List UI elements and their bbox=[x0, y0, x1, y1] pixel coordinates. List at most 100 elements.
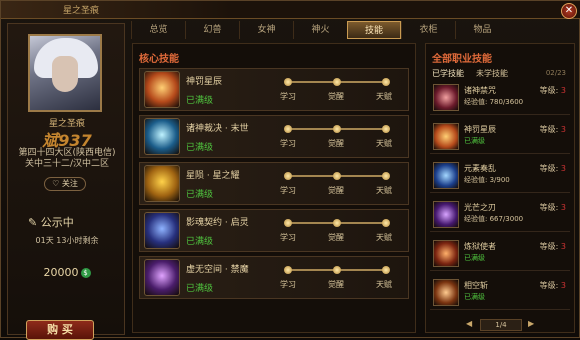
skill-level: 等级: 3 bbox=[540, 85, 566, 96]
core-skill-row[interactable]: 神罚星辰 已满级 学习 觉醒 天赋 bbox=[139, 68, 409, 111]
level-label: 等级: bbox=[539, 125, 559, 134]
window-title: 星之圣痕 bbox=[63, 6, 100, 16]
skill-icon bbox=[433, 201, 459, 228]
core-skill-row[interactable]: 影魂契约 · 启灵 已满级 学习 觉醒 天赋 bbox=[139, 209, 409, 252]
level-label: 等级: bbox=[539, 242, 559, 251]
awaken-dot bbox=[333, 219, 341, 227]
level-label: 等级: bbox=[539, 281, 559, 290]
talent-label: 天赋 bbox=[376, 233, 392, 242]
tab-0[interactable]: 总览 bbox=[131, 21, 185, 39]
tab-1[interactable]: 幻兽 bbox=[185, 21, 239, 39]
skill-list-item[interactable]: 神罚星辰 已满级 等级: 3 bbox=[430, 121, 570, 154]
talent-dot bbox=[382, 125, 390, 133]
talent-label: 天赋 bbox=[376, 186, 392, 195]
level-value: 3 bbox=[560, 281, 566, 290]
price-value: 20000 bbox=[43, 266, 79, 279]
skill-icon bbox=[144, 71, 180, 108]
skill-list-item[interactable]: 元素奏乱 经验值: 3/900 等级: 3 bbox=[430, 160, 570, 193]
level-value: 3 bbox=[560, 86, 566, 95]
awaken-label: 觉醒 bbox=[328, 280, 344, 289]
skill-icon bbox=[433, 162, 459, 189]
learn-dot bbox=[284, 125, 292, 133]
price: 20000 $ bbox=[8, 266, 126, 279]
all-skills-title: 全部职业技能 bbox=[432, 54, 492, 65]
next-page-button[interactable]: ▶ bbox=[528, 319, 534, 328]
skill-icon bbox=[433, 279, 459, 306]
skill-icon bbox=[433, 123, 459, 150]
skill-list-item[interactable]: 光芒之刃 经验值: 667/3000 等级: 3 bbox=[430, 199, 570, 232]
tab-6[interactable]: 物品 bbox=[455, 21, 509, 39]
progress-track bbox=[284, 125, 390, 133]
awaken-dot bbox=[333, 172, 341, 180]
skill-list-item[interactable]: 诸神禁咒 经验值: 780/3600 等级: 3 bbox=[430, 82, 570, 115]
level-value: 3 bbox=[560, 242, 566, 251]
skill-level: 等级: 3 bbox=[540, 124, 566, 135]
skill-name: 相空斩 bbox=[464, 281, 488, 290]
pager: ◀ 1/4 ▶ bbox=[466, 319, 536, 331]
tab-learned[interactable]: 已学技能 bbox=[432, 68, 464, 79]
title-bar: 星之圣痕 ✕ bbox=[1, 1, 580, 19]
skill-name: 神罚星辰 bbox=[186, 77, 223, 87]
core-skill-row[interactable]: 虚无空间 · 禁魔 已满级 学习 觉醒 天赋 bbox=[139, 256, 409, 299]
learn-label: 学习 bbox=[280, 92, 296, 101]
talent-label: 天赋 bbox=[376, 280, 392, 289]
coin-icon: $ bbox=[80, 268, 91, 278]
skill-status: 已满级 bbox=[186, 190, 214, 200]
core-skills-panel: 核心技能 神罚星辰 已满级 学习 觉醒 天赋 诸神裁决 · 末世 已满级 学习 … bbox=[132, 43, 416, 333]
status-label: ✎ 公示中 bbox=[28, 214, 74, 230]
learn-label: 学习 bbox=[280, 233, 296, 242]
talent-dot bbox=[382, 219, 390, 227]
talent-dot bbox=[382, 78, 390, 86]
skill-icon bbox=[144, 259, 180, 296]
level-label: 等级: bbox=[539, 164, 559, 173]
awaken-label: 觉醒 bbox=[328, 139, 344, 148]
server-info: 第四十四大区(陕西电信) 关中三十二/汉中二区 bbox=[8, 148, 126, 170]
skill-level: 等级: 3 bbox=[540, 241, 566, 252]
skill-name: 神罚星辰 bbox=[464, 125, 496, 134]
buy-button[interactable]: 购 买 bbox=[26, 320, 94, 340]
page-indicator: 1/4 bbox=[480, 319, 522, 331]
tab-4[interactable]: 技能 bbox=[347, 21, 401, 39]
tab-5[interactable]: 衣柜 bbox=[401, 21, 455, 39]
skill-name: 虚无空间 · 禁魔 bbox=[186, 265, 249, 275]
all-skills-panel: 全部职业技能 已学技能 未学技能 02/23 诸神禁咒 经验值: 780/360… bbox=[425, 43, 575, 333]
tab-2[interactable]: 女神 bbox=[239, 21, 293, 39]
skill-level: 等级: 3 bbox=[540, 163, 566, 174]
skill-icon bbox=[433, 240, 459, 267]
skill-icon bbox=[144, 212, 180, 249]
skill-list-item[interactable]: 炼狱使者 已满级 等级: 3 bbox=[430, 238, 570, 271]
tab-3[interactable]: 神火 bbox=[293, 21, 347, 39]
skill-name: 星陨 · 星之耀 bbox=[186, 171, 240, 181]
status-text: 公示中 bbox=[40, 216, 74, 229]
core-skills-title: 核心技能 bbox=[139, 54, 179, 65]
level-label: 等级: bbox=[539, 203, 559, 212]
skill-exp: 已满级 bbox=[464, 293, 485, 301]
skill-exp: 已满级 bbox=[464, 137, 485, 145]
prev-page-button[interactable]: ◀ bbox=[466, 319, 472, 328]
progress-track bbox=[284, 219, 390, 227]
skill-icon bbox=[433, 84, 459, 111]
learn-label: 学习 bbox=[280, 139, 296, 148]
tab-bar: 总览 幻兽 女神 神火 技能 衣柜 物品 bbox=[131, 21, 575, 39]
core-skill-row[interactable]: 诸神裁决 · 末世 已满级 学习 觉醒 天赋 bbox=[139, 115, 409, 158]
progress-track bbox=[284, 266, 390, 274]
remaining-time: 01天 13小时剩余 bbox=[35, 236, 99, 245]
scroll-icon: ✎ bbox=[28, 216, 38, 229]
skill-list-item[interactable]: 相空斩 已满级 等级: 3 bbox=[430, 277, 570, 310]
awaken-dot bbox=[333, 125, 341, 133]
awaken-dot bbox=[333, 78, 341, 86]
skill-icon bbox=[144, 165, 180, 202]
tab-unlearned[interactable]: 未学技能 bbox=[476, 68, 508, 79]
skill-name: 元素奏乱 bbox=[464, 164, 496, 173]
skill-name: 诸神禁咒 bbox=[464, 86, 496, 95]
skill-name: 影魂契约 · 启灵 bbox=[186, 218, 249, 228]
skill-name: 光芒之刃 bbox=[464, 203, 496, 212]
skill-icon bbox=[144, 118, 180, 155]
level-value: 3 bbox=[560, 164, 566, 173]
skill-exp: 经验值: 3/900 bbox=[464, 176, 510, 184]
skill-status: 已满级 bbox=[186, 143, 214, 153]
awaken-label: 觉醒 bbox=[328, 186, 344, 195]
close-button[interactable]: ✕ bbox=[561, 3, 577, 19]
core-skill-row[interactable]: 星陨 · 星之耀 已满级 学习 觉醒 天赋 bbox=[139, 162, 409, 205]
follow-button[interactable]: ♡ 关注 bbox=[44, 177, 86, 191]
